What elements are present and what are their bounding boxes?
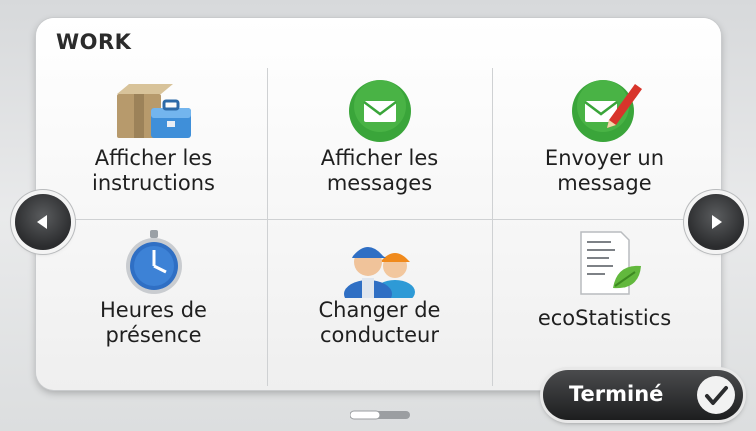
tile-label: Afficher les messages <box>320 146 439 195</box>
tile-ecostatistics[interactable]: ecoStatistics <box>492 220 717 378</box>
checkmark-icon <box>697 376 735 414</box>
package-toolbox-icon <box>116 84 191 138</box>
tile-label: Changer de conducteur <box>318 298 441 347</box>
envelope-pencil-icon <box>571 80 642 142</box>
chevron-right-icon <box>712 215 722 229</box>
drivers-icon <box>343 247 415 298</box>
previous-page-button[interactable] <box>15 194 71 250</box>
tile-label: ecoStatistics <box>537 306 672 330</box>
section-title: WORK <box>56 30 132 54</box>
page-indicator <box>350 410 410 420</box>
next-page-button[interactable] <box>688 194 744 250</box>
tile-afficher-instructions[interactable]: Afficher les instructions <box>41 68 266 226</box>
tile-label: Afficher les instructions <box>92 146 215 195</box>
chevron-left-icon <box>37 215 47 229</box>
tile-heures-presence[interactable]: Heures de présence <box>41 220 266 378</box>
tile-label: Envoyer un message <box>544 146 665 195</box>
stopwatch-icon <box>125 230 182 294</box>
tile-envoyer-message[interactable]: Envoyer un message <box>492 68 717 226</box>
done-button[interactable]: Terminé <box>543 370 743 420</box>
done-label: Terminé <box>569 382 664 406</box>
envelope-icon <box>348 80 411 142</box>
tile-afficher-messages[interactable]: Afficher les messages <box>267 68 492 226</box>
tile-changer-conducteur[interactable]: Changer de conducteur <box>267 220 492 378</box>
tile-label: Heures de présence <box>100 298 207 347</box>
eco-report-icon <box>579 231 641 295</box>
menu-grid: Afficher les instructions Afficher les m… <box>41 68 718 386</box>
